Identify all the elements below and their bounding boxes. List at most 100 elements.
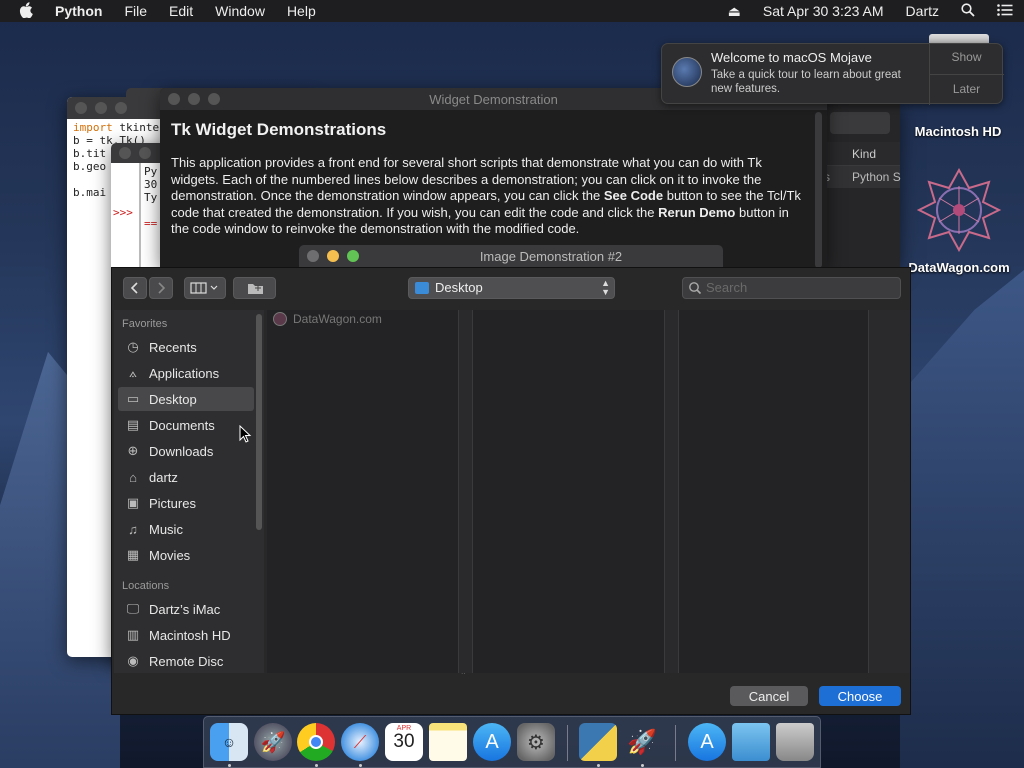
choose-button[interactable]: Choose	[819, 686, 901, 706]
sidebar-item-macintosh-hd[interactable]: ▥ Macintosh HD	[124, 623, 254, 647]
trash-icon[interactable]	[776, 723, 814, 761]
mojave-icon	[672, 57, 702, 87]
python-launcher-icon[interactable]	[579, 723, 617, 761]
shell-line: Py	[144, 165, 158, 178]
datawagon-icon[interactable]	[916, 167, 1002, 253]
browser-column-2[interactable]	[473, 310, 665, 673]
calendar-icon[interactable]: APR 30	[385, 723, 423, 761]
imac-icon: 🖵	[126, 601, 140, 616]
sidebar-item-documents[interactable]: ▤ Documents	[124, 413, 254, 437]
open-file-dialog[interactable]: Desktop ▲ ▼ Search Favorites ◷ Recents ⟑ Ap…	[111, 267, 911, 715]
menu-edit[interactable]: Edit	[158, 3, 204, 19]
list-item[interactable]: DataWagon.com	[273, 312, 382, 326]
menu-app-name[interactable]: Python	[44, 3, 113, 19]
spotlight-icon[interactable]	[950, 2, 986, 20]
finder-search-field[interactable]	[830, 112, 890, 134]
notification-title: Welcome to macOS Mojave	[711, 50, 872, 65]
locations-header: Locations	[122, 580, 170, 592]
app-store-icon[interactable]: A	[473, 723, 511, 761]
sidebar-item-label: Macintosh HD	[149, 627, 231, 643]
location-popup[interactable]: Desktop ▲ ▼	[408, 277, 615, 299]
view-mode-button[interactable]	[184, 277, 226, 299]
notification-banner[interactable]: Welcome to macOS Mojave Take a quick tou…	[661, 43, 1004, 105]
sidebar-item-label: Remote Disc	[149, 653, 224, 669]
sidebar-item-movies[interactable]: ▦ Movies	[124, 543, 254, 567]
search-icon	[688, 281, 702, 298]
sidebar-item-music[interactable]: ♫ Music	[124, 517, 254, 541]
page-title: Tk Widget Demonstrations	[171, 120, 387, 139]
cancel-button[interactable]: Cancel	[730, 686, 808, 706]
sidebar-item-applications[interactable]: ⟑ Applications	[124, 361, 254, 385]
documents-icon: ▤	[126, 417, 140, 432]
applications-icon: ⟑	[129, 365, 137, 380]
window-title: Image Demonstration #2	[479, 249, 623, 264]
movies-icon: ▦	[126, 547, 140, 562]
menubar-user[interactable]: Dartz	[895, 3, 950, 19]
menu-window[interactable]: Window	[204, 3, 276, 19]
clock-icon: ◷	[127, 339, 139, 354]
sidebar-item-label: Documents	[149, 417, 215, 433]
minimize-button[interactable]	[139, 147, 151, 159]
chrome-icon[interactable]	[297, 723, 335, 761]
folder-icon[interactable]	[732, 723, 770, 761]
close-button[interactable]	[119, 147, 131, 159]
music-icon: ♫	[128, 521, 138, 537]
browser-column-1[interactable]: DataWagon.com ||	[267, 310, 466, 674]
sidebar-item-remote-disc[interactable]: ◉ Remote Disc	[124, 649, 254, 673]
eject-icon[interactable]: ⏏	[717, 3, 752, 20]
sidebar-item-label: Applications	[149, 365, 220, 381]
home-icon: ⌂	[129, 469, 137, 485]
minimize-button[interactable]	[95, 102, 107, 114]
shell-output[interactable]: Py 30 Ty ==	[144, 165, 157, 230]
shell-prompt: >>>	[113, 206, 133, 219]
search-field[interactable]: Search	[682, 277, 901, 299]
sidebar-item-pictures[interactable]: ▣ Pictures	[124, 491, 254, 515]
system-preferences-icon[interactable]: ⚙	[517, 723, 555, 761]
apple-menu-icon[interactable]	[0, 1, 44, 21]
forward-button[interactable]	[149, 277, 173, 299]
mouse-pointer-icon	[239, 424, 252, 447]
disc-icon: ◉	[127, 653, 139, 668]
sidebar-item-desktop[interactable]: ▭ Desktop	[118, 387, 254, 411]
notification-later-button[interactable]: Later	[929, 82, 1004, 96]
desktop-icon-label-datawagon[interactable]: DataWagon.com	[899, 260, 1019, 275]
sidebar-scrollbar[interactable]	[256, 314, 262, 530]
finder-icon[interactable]: ☺	[210, 723, 248, 761]
back-button[interactable]	[123, 277, 147, 299]
minimize-button[interactable]	[327, 250, 339, 262]
widget-demo-window[interactable]: Widget Demonstration Tk Widget Demonstra…	[160, 88, 827, 268]
downloads-icon: ⊕	[127, 443, 139, 458]
shell-separator: ==	[144, 217, 158, 230]
datawagon-file-icon	[273, 312, 287, 326]
notification-center-icon[interactable]	[986, 3, 1024, 19]
browser-column-3[interactable]	[679, 310, 869, 673]
dock: ☺ 🚀 ⟋ APR 30 A ⚙ 🚀 A	[203, 716, 821, 768]
close-button[interactable]	[75, 102, 87, 114]
launchpad-icon[interactable]: 🚀	[254, 723, 292, 761]
zoom-button[interactable]	[115, 102, 127, 114]
new-folder-button[interactable]	[233, 277, 276, 299]
idle-rocket-icon[interactable]: 🚀	[623, 723, 661, 761]
close-button[interactable]	[307, 250, 319, 262]
app-store-download-icon[interactable]: A	[688, 723, 726, 761]
sidebar-item-label: Desktop	[149, 391, 197, 407]
scrollbar[interactable]	[815, 112, 822, 268]
desktop-icon-label-macintosh-hd[interactable]: Macintosh HD	[905, 124, 1011, 139]
sidebar-item-imac[interactable]: 🖵 Dartz’s iMac	[124, 597, 254, 621]
desktop-folder-icon	[415, 282, 429, 294]
notification-show-button[interactable]: Show	[929, 50, 1004, 64]
favorites-header: Favorites	[122, 318, 168, 330]
sidebar-item-downloads[interactable]: ⊕ Downloads	[124, 439, 254, 463]
sidebar-item-home[interactable]: ⌂ dartz	[124, 465, 254, 489]
kind-header[interactable]: Kind	[852, 147, 876, 161]
sidebar-item-recents[interactable]: ◷ Recents	[124, 335, 254, 359]
menu-help[interactable]: Help	[276, 3, 327, 19]
menubar-clock[interactable]: Sat Apr 30 3:23 AM	[752, 3, 895, 19]
image-demo-titlebar[interactable]: Image Demonstration #2	[299, 245, 723, 268]
menu-file[interactable]: File	[113, 3, 158, 19]
disk-icon: ▥	[126, 627, 140, 642]
zoom-button[interactable]	[347, 250, 359, 262]
safari-icon[interactable]: ⟋	[341, 723, 379, 761]
sidebar-item-label: Pictures	[149, 495, 196, 511]
notes-icon[interactable]	[429, 723, 467, 761]
